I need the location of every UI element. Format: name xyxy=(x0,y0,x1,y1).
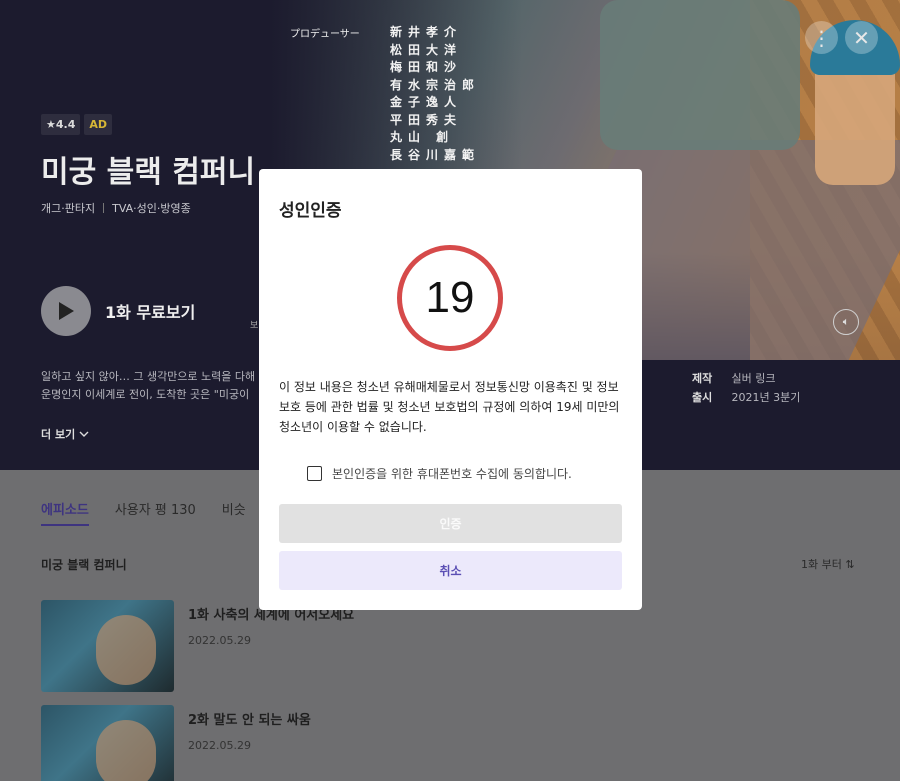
credit-name: 梅田和沙 xyxy=(390,60,463,74)
episode-date: 2022.05.29 xyxy=(188,634,251,647)
tab-bar: 에피소드 사용자 평 130 비슷 xyxy=(41,499,246,526)
info-row: 제작 실버 링크 xyxy=(692,369,800,388)
info-value: 실버 링크 xyxy=(731,372,776,385)
more-label: 더 보기 xyxy=(41,428,76,441)
art-sofa xyxy=(600,0,800,150)
close-icon: ✕ xyxy=(853,25,870,50)
close-button[interactable]: ✕ xyxy=(845,21,878,54)
modal-title: 성인인증 xyxy=(279,201,342,221)
restriction-notice: 이 정보 내용은 청소년 유해매체물로서 정보통신망 이용촉진 및 정보보호 등… xyxy=(279,380,620,434)
episode-text: 1화 사축의 세계에 어서오세요 2022.05.29 xyxy=(188,600,354,692)
episode-item[interactable]: 2화 말도 안 되는 싸움 2022.05.29 xyxy=(41,705,311,781)
chevron-down-icon xyxy=(79,431,89,437)
credit-name: 平田秀夫 xyxy=(390,112,463,127)
episode-thumbnail[interactable] xyxy=(41,705,174,781)
genre-label: 개그·판타지 xyxy=(41,202,96,215)
cancel-button[interactable]: 취소 xyxy=(279,551,622,590)
play-icon xyxy=(59,302,74,320)
episode-text: 2화 말도 안 되는 싸움 2022.05.29 xyxy=(188,705,311,781)
more-menu-button[interactable]: ⋮ xyxy=(805,21,838,54)
episode-thumbnail[interactable] xyxy=(41,600,174,692)
credits-role: プロデューサー xyxy=(290,29,360,40)
consent-checkbox-row[interactable]: 본인인증을 위한 휴대폰번호 수집에 동의합니다. xyxy=(307,465,572,482)
episode-title: 2화 말도 안 되는 싸움 xyxy=(188,713,311,728)
sort-toggle[interactable]: 1화 부터 ⇅ xyxy=(801,556,855,572)
hero-edge-text: 보 xyxy=(250,321,259,331)
episode-item[interactable]: 1화 사축의 세계에 어서오세요 2022.05.29 xyxy=(41,600,354,692)
badge-row: ★4.4 AD xyxy=(41,114,113,135)
age-19-icon: 19 xyxy=(397,245,503,351)
credit-name: 新井孝介 xyxy=(390,25,463,39)
meta-divider xyxy=(103,203,105,213)
credit-name: 有水宗治郎 xyxy=(390,77,481,92)
consent-checkbox[interactable] xyxy=(307,466,322,481)
info-row: 출시 2021년 3분기 xyxy=(692,388,800,407)
status-label: TVA·성인·방영종 xyxy=(112,202,191,215)
credit-name: 丸山 創 xyxy=(390,130,455,144)
play-label: 1화 무료보기 xyxy=(105,303,196,322)
rating-badge: ★4.4 xyxy=(41,114,81,135)
series-info: 제작 실버 링크 출시 2021년 3분기 xyxy=(692,369,800,407)
info-value: 2021년 3분기 xyxy=(731,391,801,404)
info-key: 출시 xyxy=(692,391,713,404)
speaker-icon: 🔈︎ xyxy=(842,315,850,328)
sound-toggle-button[interactable]: 🔈︎ xyxy=(833,309,859,335)
tab-episodes[interactable]: 에피소드 xyxy=(41,499,89,526)
credits-names: 新井孝介 松田大洋 梅田和沙 有水宗治郎 金子逸人 平田秀夫 丸山 創 長谷川嘉… xyxy=(390,24,481,164)
series-meta: 개그·판타지 TVA·성인·방영종 xyxy=(41,200,191,216)
credit-name: 金子逸人 xyxy=(390,95,463,109)
episode-date: 2022.05.29 xyxy=(188,739,251,752)
credit-name: 松田大洋 xyxy=(390,42,463,57)
credit-name: 長谷川嘉範 xyxy=(390,147,481,162)
verify-button[interactable]: 인증 xyxy=(279,504,622,543)
consent-label: 본인인증을 위한 휴대폰번호 수집에 동의합니다. xyxy=(332,467,572,481)
ad-badge: AD xyxy=(84,114,113,135)
more-toggle[interactable]: 더 보기 xyxy=(41,426,89,442)
tab-similar[interactable]: 비슷 xyxy=(222,499,246,526)
info-key: 제작 xyxy=(692,372,713,385)
play-button-circle[interactable] xyxy=(41,286,91,336)
tab-reviews[interactable]: 사용자 평 130 xyxy=(115,499,196,526)
adult-verification-modal: 성인인증 19 이 정보 내용은 청소년 유해매체물로서 정보통신망 이용촉진 … xyxy=(259,169,642,610)
episode-list-title: 미궁 블랙 컴퍼니 xyxy=(41,558,127,572)
free-play-button[interactable]: 1화 무료보기 xyxy=(41,286,195,336)
series-title: 미궁 블랙 컴퍼니 xyxy=(41,155,256,190)
more-vertical-icon: ⋮ xyxy=(811,25,832,50)
